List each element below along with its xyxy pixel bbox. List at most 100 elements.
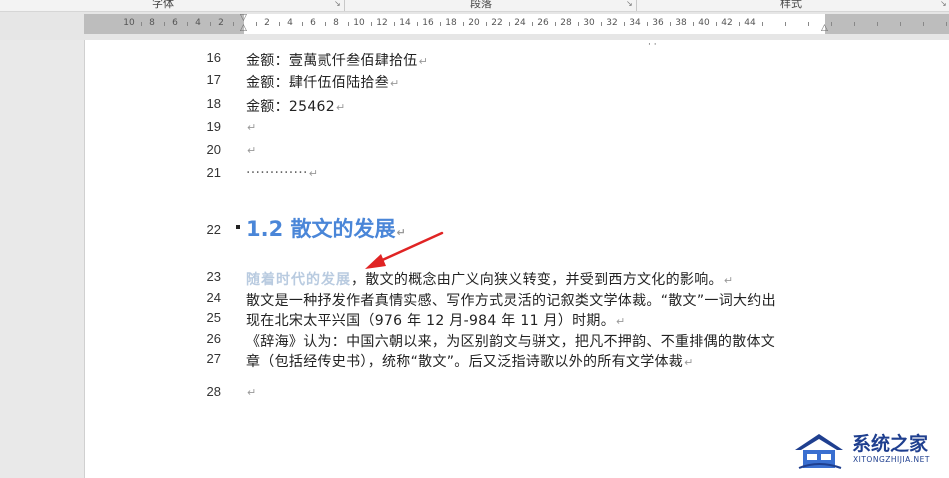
right-indent-icon[interactable]: △: [821, 24, 828, 33]
doc-line-28[interactable]: 28 ↵: [85, 384, 949, 404]
section-heading: 1.2 散文的发展: [246, 217, 396, 241]
paragraph-mark-icon: ↵: [616, 315, 626, 328]
ruler-number: 38: [675, 18, 687, 28]
line-number: 18: [206, 96, 221, 111]
ruler-tick: [738, 22, 740, 26]
ruler-tick: [209, 22, 211, 26]
doc-line-27[interactable]: 27 章（包括经传史书），统称“散文”。后又泛指诗歌以外的所有文学体裁↵: [85, 351, 949, 371]
ruler-tick: [922, 22, 924, 26]
doc-line-26[interactable]: 26 《辞海》认为：中国六朝以来，为区别韵文与骈文，把凡不押韵、不重排偶的散体文: [85, 331, 949, 351]
line-number: 23: [206, 269, 221, 284]
first-line-indent-icon[interactable]: ▽: [240, 14, 247, 23]
line-text: ，散文的概念由广义向狭义转变，并受到西方文化的影响。: [351, 272, 723, 288]
paragraph-mark-icon: ↵: [335, 101, 346, 114]
watermark-name: 系统之家: [852, 433, 929, 455]
doc-line-19[interactable]: 19 ↵: [85, 119, 949, 139]
ruler-number: 8: [149, 18, 155, 28]
doc-line-25[interactable]: 25 现在北宋太平兴国（976 年 12 月-984 年 11 月）时期。↵: [85, 310, 949, 330]
ruler-tick: [163, 22, 165, 26]
horizontal-ruler[interactable]: 10 8 6 4 2 2 4 6 8 10 12 14 16 18 20 22 24 26 28 30 32 34 36 38…: [84, 14, 949, 34]
ruler-tick: [301, 22, 303, 26]
ruler-tick: [324, 22, 326, 26]
hanging-indent-icon[interactable]: △: [240, 24, 247, 33]
ruler-tick: [646, 22, 648, 26]
watermark: 系统之家 XITONGZHIJIA.NET: [787, 424, 949, 478]
line-text: 金额：25462: [246, 99, 335, 115]
line-text: 《辞海》认为：中国六朝以来，为区别韵文与骈文，把凡不押韵、不重排偶的散体文: [246, 334, 776, 350]
ruler-tick: [416, 22, 418, 26]
ruler-number: 22: [491, 18, 503, 28]
styles-dialog-launcher-icon[interactable]: ↘: [940, 0, 947, 8]
doc-line-23[interactable]: 23 随着时代的发展，散文的概念由广义向狭义转变，并受到西方文化的影响。↵: [85, 269, 949, 289]
ruler-number: 26: [537, 18, 549, 28]
paragraph-mark-icon: ↵: [684, 356, 694, 369]
ruler-tick: [140, 22, 142, 26]
document-page[interactable]: · · 16 金额：壹萬贰仟叁佰肆拾伍↵ 17 金额：肆仟伍佰陆拾叁↵ 18 金…: [85, 40, 949, 478]
ruler-number: 4: [287, 18, 293, 28]
doc-line-24[interactable]: 24 散文是一种抒发作者真情实感、写作方式灵活的记叙类文学体裁。“散文”一词大约…: [85, 290, 949, 310]
paragraph-mark-icon: ↵: [247, 386, 257, 399]
ruler-tick: [761, 22, 763, 26]
ruler-number: 30: [583, 18, 595, 28]
ruler-tick: [899, 22, 901, 26]
paragraph-mark-icon: ↵: [390, 77, 400, 90]
ruler-tick: [876, 22, 878, 26]
ribbon-group-font-label: 字体: [152, 0, 174, 10]
ruler-number: 42: [721, 18, 733, 28]
ruler-tick: [462, 22, 464, 26]
paragraph-mark-icon: ↵: [396, 226, 406, 239]
line-number: 19: [206, 119, 221, 134]
ruler-tick: [232, 22, 234, 26]
watermark-url: XITONGZHIJIA.NET: [853, 455, 930, 464]
ruler-number: 8: [333, 18, 339, 28]
ruler-number: 4: [195, 18, 201, 28]
ruler-tick: [439, 22, 441, 26]
ruler-number: 14: [399, 18, 411, 28]
ruler-tick: [255, 22, 257, 26]
ribbon-group-bar: 字体 ↘ 段落 ↘ 样式 ↘: [0, 0, 949, 12]
ruler-tick: [784, 22, 786, 26]
ruler-tick: [692, 22, 694, 26]
doc-line-18[interactable]: 18 金额：25462↵: [85, 96, 949, 116]
ruler-number: 32: [606, 18, 618, 28]
ribbon-group-paragraph-label: 段落: [470, 0, 492, 10]
leader-dots: ·············: [246, 165, 308, 181]
line-number: 28: [206, 384, 221, 399]
line-text: 金额：肆仟伍佰陆拾叁: [246, 75, 389, 91]
ruler-tick: [186, 22, 188, 26]
ruler-tick: [830, 22, 832, 26]
ruler-tick: [600, 22, 602, 26]
ribbon-separator: [636, 0, 637, 11]
line-number: 26: [206, 331, 221, 346]
ribbon-group-styles-label: 样式: [780, 0, 802, 10]
line-text: 金额：壹萬贰仟叁佰肆拾伍: [246, 53, 418, 69]
doc-line-17[interactable]: 17 金额：肆仟伍佰陆拾叁↵: [85, 72, 949, 92]
doc-line-16[interactable]: 16 金额：壹萬贰仟叁佰肆拾伍↵: [85, 50, 949, 70]
ruler-number: 6: [172, 18, 178, 28]
line-text: 章（包括经传史书），统称“散文”。后又泛指诗歌以外的所有文学体裁: [246, 354, 684, 370]
line-number: 22: [206, 222, 221, 237]
paragraph-dialog-launcher-icon[interactable]: ↘: [626, 0, 633, 8]
ruler-tick: [807, 22, 809, 26]
doc-line-22-heading[interactable]: 22 1.2 散文的发展↵: [85, 213, 949, 243]
ruler-number: 2: [264, 18, 270, 28]
line-number: 24: [206, 290, 221, 305]
line-text: 散文是一种抒发作者真情实感、写作方式灵活的记叙类文学体裁。“散文”一词大约出: [246, 293, 776, 309]
house-logo-icon: [795, 434, 843, 469]
doc-line-21[interactable]: 21 ·············↵: [85, 165, 949, 185]
doc-line-20[interactable]: 20 ↵: [85, 142, 949, 162]
line-number: 17: [206, 72, 221, 87]
ruler-number: 16: [422, 18, 434, 28]
paragraph-mark-icon: ↵: [723, 274, 734, 287]
ruler-number: 18: [445, 18, 457, 28]
ruler-tick: [485, 22, 487, 26]
line-number: 27: [206, 351, 221, 366]
faded-selected-text[interactable]: 随着时代的发展: [246, 272, 351, 288]
ruler-number: 28: [560, 18, 572, 28]
line-number: 25: [206, 310, 221, 325]
ruler-tick: [370, 22, 372, 26]
ruler-tick: [945, 22, 947, 26]
font-dialog-launcher-icon[interactable]: ↘: [334, 0, 341, 8]
ruler-tick: [554, 22, 556, 26]
ruler-tick: [393, 22, 395, 26]
